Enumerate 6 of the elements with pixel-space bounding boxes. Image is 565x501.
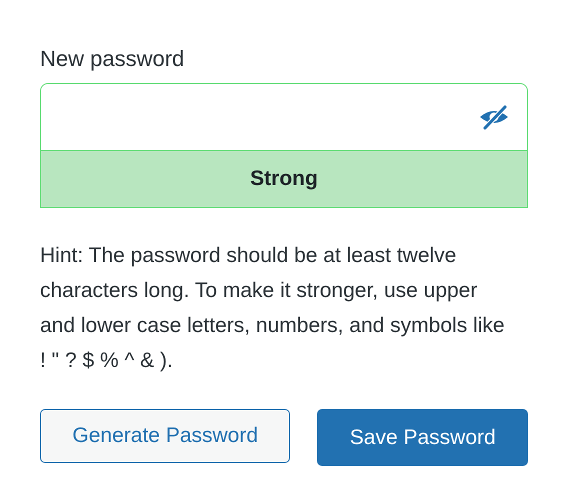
field-label: New password xyxy=(40,45,186,73)
strength-meter: Strong xyxy=(40,151,528,208)
password-field[interactable] xyxy=(40,83,528,151)
generate-button[interactable]: Generate Password xyxy=(40,409,290,463)
hint-text: Hint: The password should be at least twelve characters long. To make it stronger, use upper and lower case letters, numbers, and symbols like ! " ? $ % ^ & ). xyxy=(40,243,506,374)
save-button[interactable]: Save Password xyxy=(317,409,528,466)
